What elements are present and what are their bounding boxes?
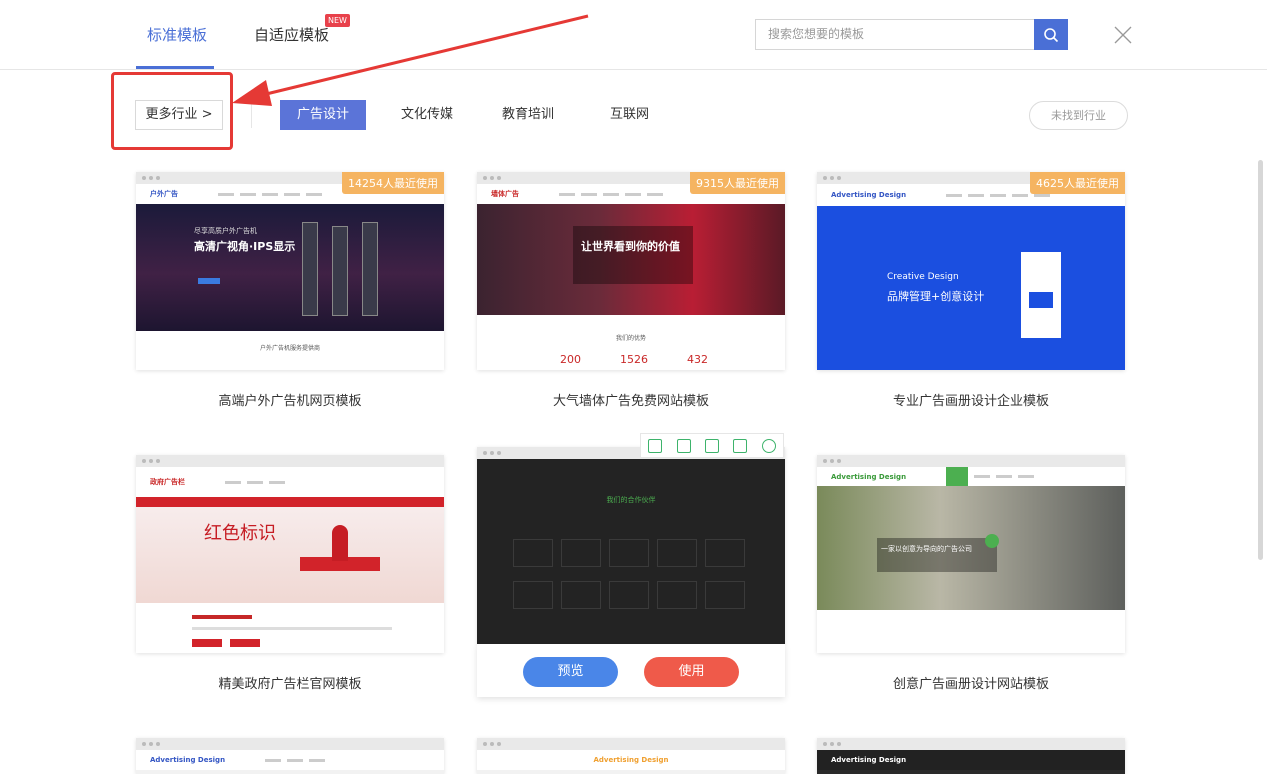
site-logo: Advertising Design (831, 191, 907, 199)
site-logo: 墙体广告 (491, 190, 519, 198)
site-logo: 政府广告栏 (150, 478, 185, 486)
stat-3: 432 (687, 353, 708, 366)
template-thumbnail[interactable]: 我们的合作伙伴 (477, 447, 785, 644)
template-card[interactable]: Advertising Design 一家以创意为导向的广告公司 创意广告画册设… (817, 455, 1125, 692)
card-tool-bar (640, 433, 784, 458)
tab-standard-templates[interactable]: 标准模板 (147, 24, 207, 45)
new-badge: NEW (325, 14, 350, 27)
template-title[interactable]: 创意广告画册设计网站模板 (817, 673, 1125, 692)
mobile-icon[interactable] (648, 438, 663, 453)
share-icon[interactable] (733, 438, 748, 453)
hero-image: 我们的合作伙伴 (477, 459, 785, 644)
template-card[interactable]: 户外广告 尽享高质户外广告机 高清广视角·IPS显示 户外广告机服务提供商 14… (136, 172, 444, 409)
template-card[interactable]: Advertising Design (477, 738, 785, 774)
usage-badge: 14254人最近使用 (342, 172, 444, 194)
scrollbar[interactable] (1258, 160, 1263, 560)
hero-line-1: 一家以创意为导向的广告公司 (881, 545, 972, 553)
search-button[interactable] (1034, 19, 1068, 50)
annotation-highlight-box (111, 72, 233, 150)
hero-image: 让世界看到你的价值 (477, 204, 785, 315)
search-input[interactable]: 搜索您想要的模板 (755, 19, 1035, 50)
template-card[interactable]: Advertising Design Creative Design 品牌管理+… (817, 172, 1125, 409)
template-thumbnail[interactable]: 墙体广告 让世界看到你的价值 我们的优势 200 1526 432 9315人最… (477, 172, 785, 370)
site-logo: Advertising Design (831, 756, 907, 764)
save-icon[interactable] (704, 438, 719, 453)
hero-line-2: 高清广视角·IPS显示 (194, 240, 296, 253)
preview-button[interactable]: 预览 (523, 657, 618, 687)
hero-line-2: 品牌管理+创意设计 (887, 290, 985, 303)
browser-bar (817, 455, 1125, 467)
template-title[interactable]: 高端户外广告机网页模板 (136, 390, 444, 409)
category-culture-media[interactable]: 文化传媒 (401, 100, 453, 130)
template-card[interactable]: 墙体广告 让世界看到你的价值 我们的优势 200 1526 432 9315人最… (477, 172, 785, 409)
category-internet[interactable]: 互联网 (610, 100, 649, 130)
usage-badge: 4625人最近使用 (1030, 172, 1125, 194)
card-actions: 预览 使用 (477, 644, 785, 697)
template-thumbnail[interactable]: Advertising Design Creative Design 品牌管理+… (817, 172, 1125, 370)
usage-badge: 9315人最近使用 (690, 172, 785, 194)
site-logo: Advertising Design (150, 756, 226, 764)
template-card-hovered[interactable]: 我们的合作伙伴 (477, 447, 785, 644)
divider (251, 102, 252, 128)
category-education[interactable]: 教育培训 (502, 100, 554, 130)
template-thumbnail[interactable]: Advertising Design (477, 738, 785, 774)
hero-image: 一家以创意为导向的广告公司 (817, 486, 1125, 610)
stat-2: 1526 (620, 353, 648, 366)
template-title[interactable]: 精美政府广告栏官网模板 (136, 673, 444, 692)
template-thumbnail[interactable]: 户外广告 尽享高质户外广告机 高清广视角·IPS显示 户外广告机服务提供商 14… (136, 172, 444, 370)
template-card[interactable]: 政府广告栏 红色标识 精美政府广告栏官网模板 (136, 455, 444, 692)
hero-line-1: 让世界看到你的价值 (581, 240, 680, 253)
category-ad-design[interactable]: 广告设计 (280, 100, 366, 130)
active-tab-indicator (136, 66, 214, 69)
tab-responsive-templates[interactable]: 自适应模板 (254, 24, 329, 45)
fullscreen-icon[interactable] (676, 438, 691, 453)
template-card[interactable]: Advertising Design (136, 738, 444, 774)
template-title[interactable]: 专业广告画册设计企业模板 (817, 390, 1125, 409)
template-thumbnail[interactable]: 政府广告栏 红色标识 (136, 455, 444, 653)
template-thumbnail[interactable]: Advertising Design (817, 738, 1125, 774)
close-icon[interactable] (1112, 24, 1134, 46)
hero-image: Creative Design 品牌管理+创意设计 (817, 206, 1125, 370)
template-title[interactable]: 大气墙体广告免费网站模板 (477, 390, 785, 409)
hero-line-1: 红色标识 (204, 523, 276, 544)
site-logo: Advertising Design (831, 472, 907, 481)
hero-image: 红色标识 (136, 507, 444, 603)
template-card[interactable]: Advertising Design (817, 738, 1125, 774)
search-icon (1044, 27, 1059, 42)
hero-image: 尽享高质户外广告机 高清广视角·IPS显示 (136, 204, 444, 331)
site-logo: 户外广告 (150, 190, 178, 198)
hero-line-1: 我们的合作伙伴 (606, 496, 656, 504)
browser-bar (136, 455, 444, 467)
section-title: 我们的优势 (615, 335, 646, 342)
use-button[interactable]: 使用 (644, 657, 739, 687)
site-logo: Advertising Design (593, 756, 669, 764)
template-thumbnail[interactable]: Advertising Design (136, 738, 444, 774)
hero-line-1: 尽享高质户外广告机 (194, 227, 257, 235)
template-thumbnail[interactable]: Advertising Design 一家以创意为导向的广告公司 (817, 455, 1125, 653)
section-title: 户外广告机服务提供商 (259, 345, 320, 352)
stat-1: 200 (560, 353, 581, 366)
top-bar: 标准模板 自适应模板 NEW 搜索您想要的模板 (0, 0, 1267, 70)
industry-not-found-button[interactable]: 未找到行业 (1029, 101, 1128, 130)
hero-line-1: Creative Design (887, 272, 959, 282)
gear-icon[interactable] (761, 438, 776, 453)
